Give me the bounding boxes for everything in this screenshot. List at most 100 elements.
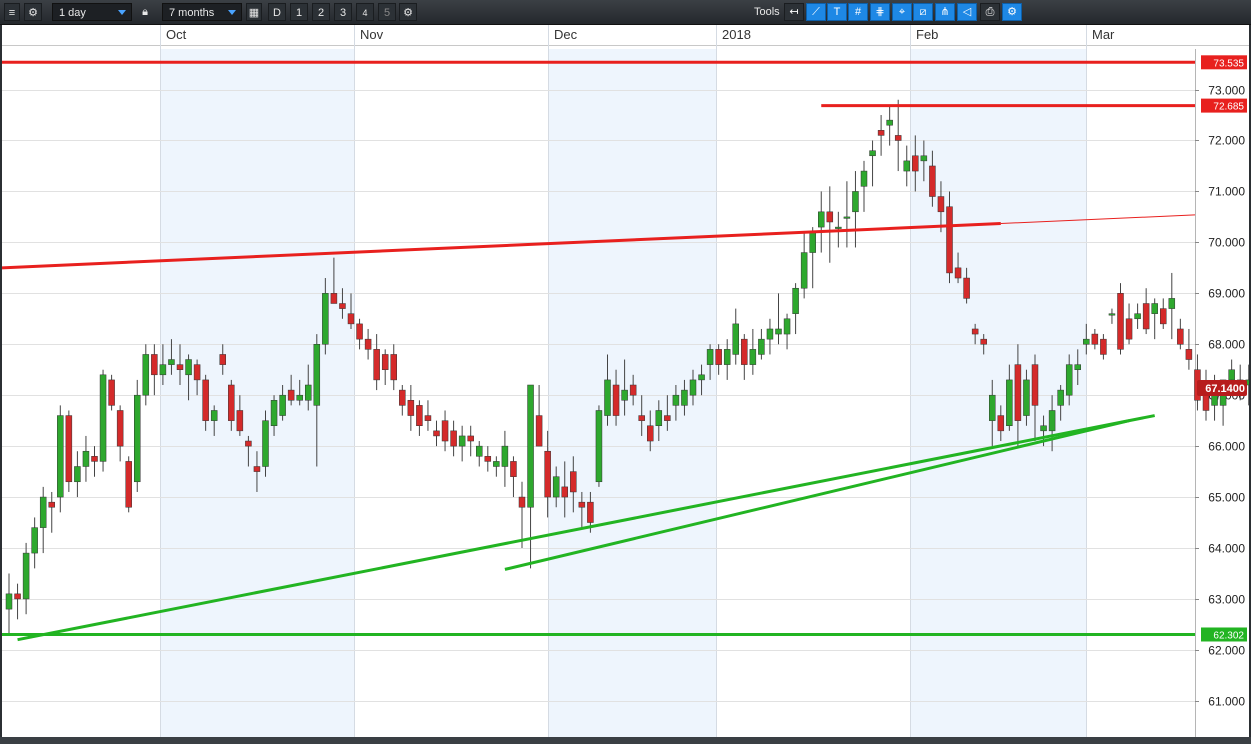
candle (946, 206, 953, 274)
bottom-scrollbar[interactable] (0, 737, 1251, 744)
candle (971, 328, 979, 335)
quick-period-d[interactable]: D (268, 3, 286, 21)
back-arrow-icon[interactable]: ↤ (784, 3, 804, 21)
candle (595, 410, 603, 483)
candle (1185, 349, 1193, 360)
interval-value: 1 day (59, 7, 86, 19)
candle (638, 415, 645, 421)
tools-settings-icon[interactable]: ⚙ (1002, 3, 1022, 21)
green-level-label: 62.302 (1213, 630, 1244, 641)
candle (1006, 379, 1013, 426)
candle (1040, 425, 1047, 432)
candle (202, 379, 209, 421)
candle (912, 155, 919, 172)
y-tick-label: 66.000 (1208, 440, 1245, 454)
y-tick-label: 70.000 (1208, 236, 1245, 250)
x-tick-label: Dec (554, 27, 578, 42)
print-icon[interactable]: ⎙ (980, 3, 1000, 21)
text-tool-icon[interactable]: T (827, 3, 847, 21)
candle (99, 374, 107, 462)
calendar-icon[interactable]: ▦ (246, 3, 262, 21)
candle (1228, 369, 1235, 381)
menu-icon[interactable]: ≡ (4, 3, 20, 21)
x-axis-header (2, 25, 1249, 45)
x-tick-label: Nov (360, 27, 384, 42)
candle (997, 415, 1005, 432)
candle (407, 400, 415, 416)
candle (270, 400, 278, 426)
candle (664, 415, 671, 421)
grid-icon[interactable]: # (848, 3, 868, 21)
marker-icon[interactable]: ⌖ (892, 3, 912, 21)
candle (552, 476, 560, 498)
candle (672, 394, 680, 406)
candle (125, 461, 132, 508)
quick-period-4[interactable]: 4 (356, 3, 374, 21)
settings-gear-icon[interactable]: ⚙ (24, 3, 42, 21)
candle (339, 303, 346, 309)
candle (296, 394, 303, 401)
candle (57, 415, 64, 498)
candle (510, 461, 517, 477)
y-tick-label: 63.000 (1208, 593, 1245, 607)
candle (364, 338, 372, 350)
quick-period-2[interactable]: 2 (312, 3, 330, 21)
y-tick-label: 64.000 (1208, 542, 1245, 556)
candle (604, 379, 611, 416)
candle (5, 593, 13, 610)
candle (561, 486, 568, 498)
candle (373, 349, 380, 381)
candle (698, 374, 705, 381)
y-tick-label: 71.000 (1208, 185, 1245, 199)
red-trendline (2, 222, 1001, 270)
x-tick-label: 2018 (722, 27, 751, 42)
candle (954, 267, 962, 279)
candle (741, 338, 748, 365)
price-chart[interactable]: Oct Nov Dec 2018 Feb Mar 73.000 72.000 71.000 70.… (2, 25, 1249, 737)
fibonacci-icon[interactable]: ⋕ (870, 3, 890, 21)
quick-period-1[interactable]: 1 (290, 3, 308, 21)
candle (287, 389, 295, 401)
candle (689, 379, 697, 396)
chart-area[interactable]: Oct Nov Dec 2018 Feb Mar 73.000 72.000 71.000 70.… (2, 25, 1249, 737)
candle (433, 430, 440, 437)
y-tick-label: 68.000 (1208, 338, 1245, 352)
candle (1023, 379, 1030, 416)
candle (22, 552, 30, 600)
candle (1177, 328, 1184, 345)
candle (424, 415, 432, 421)
candle (416, 405, 423, 426)
candle (826, 211, 834, 223)
shape-icon[interactable]: ◁ (957, 3, 977, 21)
line-draw-icon[interactable]: ⟋ (806, 3, 826, 21)
candle (535, 415, 543, 447)
lock-icon[interactable]: 🔒︎ (139, 3, 151, 21)
channel-icon[interactable]: ⧄ (913, 3, 933, 21)
candle (48, 501, 55, 508)
candle (65, 415, 73, 483)
candle (450, 430, 457, 447)
fan-icon[interactable]: ⋔ (935, 3, 955, 21)
y-tick-label: 62.000 (1208, 644, 1245, 658)
candle (937, 196, 945, 213)
candle (399, 389, 406, 406)
candle (39, 496, 47, 528)
candle (732, 323, 739, 355)
tools-label: Tools (754, 6, 780, 18)
quick-period-3[interactable]: 3 (334, 3, 352, 21)
last-price-label: 67.1400 (1205, 383, 1245, 395)
period-select[interactable]: 7 months (162, 3, 242, 21)
candle (1031, 364, 1039, 406)
chart-settings-gear-icon[interactable]: ⚙ (399, 3, 417, 21)
candle (706, 349, 714, 365)
candle (989, 394, 996, 421)
interval-select[interactable]: 1 day (52, 3, 132, 21)
candle (82, 450, 90, 467)
candle (279, 394, 286, 416)
candle (783, 318, 791, 335)
quick-period-5[interactable]: 5 (378, 3, 396, 21)
candle (758, 338, 765, 355)
candle (356, 323, 363, 340)
y-tick-label: 73.000 (1208, 84, 1245, 98)
chevron-down-icon (228, 10, 236, 15)
